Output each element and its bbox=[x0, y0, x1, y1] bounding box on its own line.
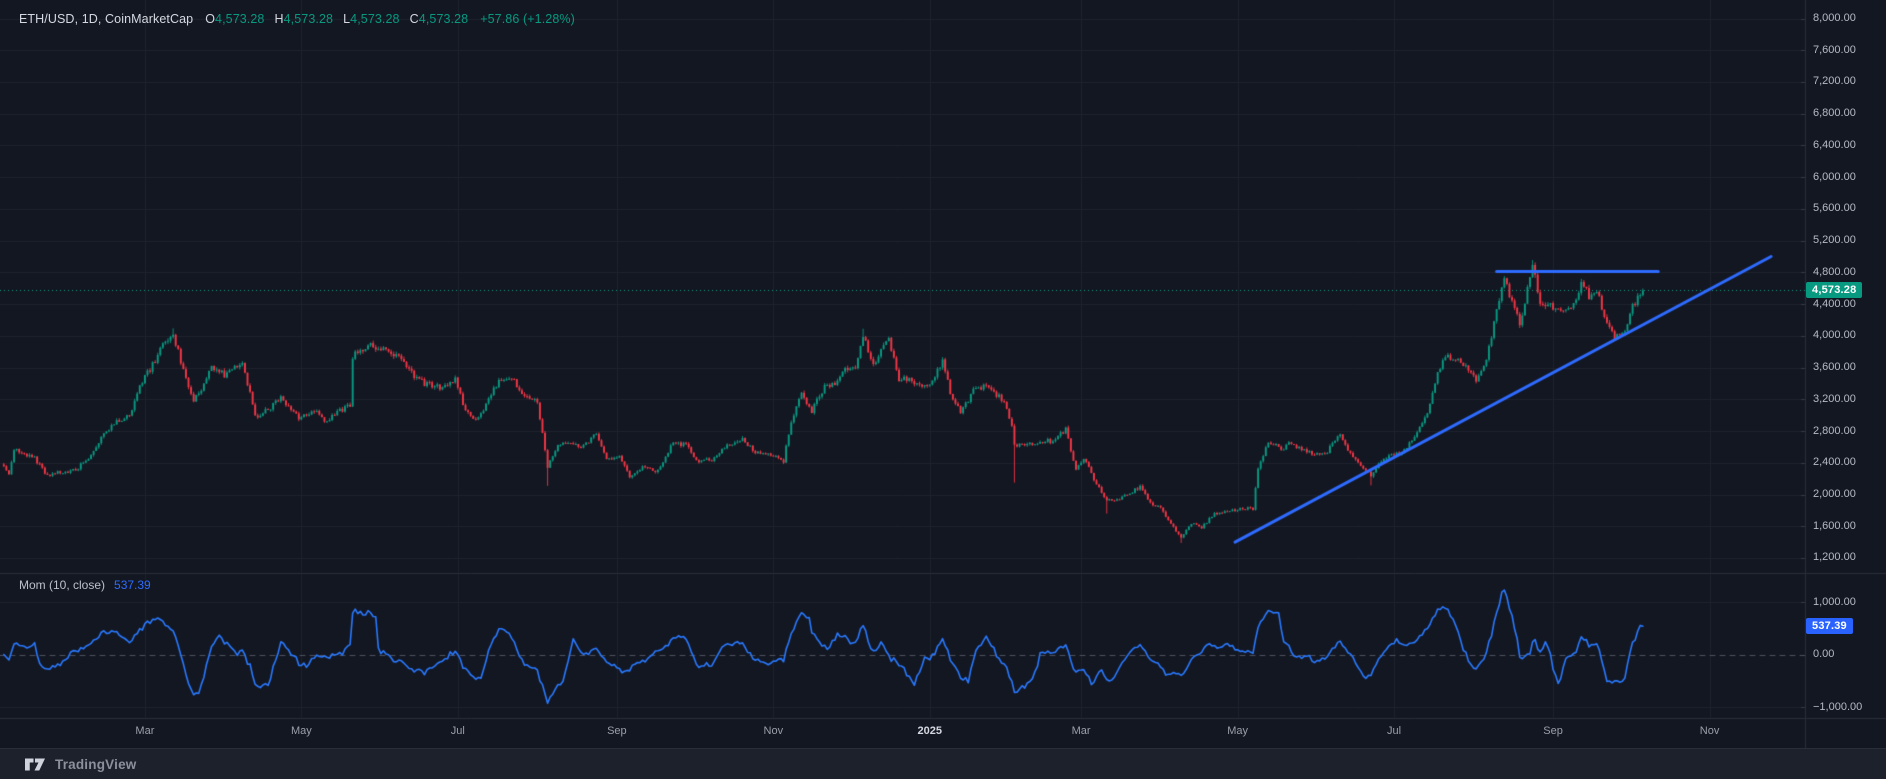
time-axis-label: Jul bbox=[451, 725, 465, 737]
time-axis-label: May bbox=[1227, 725, 1248, 737]
price-axis-tick-label: 4,800.00 bbox=[1813, 266, 1856, 278]
time-axis-label: Mar bbox=[135, 725, 154, 737]
momentum-value-tag: 537.39 bbox=[1806, 618, 1853, 634]
indicator-legend[interactable]: Mom (10, close) 537.39 bbox=[19, 578, 151, 592]
price-axis-tick-label: 6,800.00 bbox=[1813, 107, 1856, 119]
indicator-value: 537.39 bbox=[114, 578, 151, 592]
time-axis-label: Nov bbox=[1700, 725, 1720, 737]
tradingview-logo-icon[interactable] bbox=[24, 756, 46, 773]
tradingview-chart-window: ETH/USD, 1D, CoinMarketCap O4,573.28 H4,5… bbox=[0, 0, 1886, 779]
time-axis-label: May bbox=[291, 725, 312, 737]
time-axis-label: 2025 bbox=[918, 725, 942, 737]
indicator-axis-tick-label: 0.00 bbox=[1813, 648, 1834, 660]
price-axis-tick-label: 6,000.00 bbox=[1813, 171, 1856, 183]
price-axis-tick-label: 8,000.00 bbox=[1813, 12, 1856, 24]
price-axis-tick-label: 7,600.00 bbox=[1813, 44, 1856, 56]
ohlc-item-l: L4,573.28 bbox=[343, 12, 400, 26]
symbol-legend[interactable]: ETH/USD, 1D, CoinMarketCap O4,573.28 H4,5… bbox=[19, 12, 575, 26]
time-axis-label: Mar bbox=[1072, 725, 1091, 737]
ohlc-item-h: H4,573.28 bbox=[274, 12, 333, 26]
indicator-axis-tick-label: 1,000.00 bbox=[1813, 596, 1856, 608]
price-axis-tick-label: 5,600.00 bbox=[1813, 202, 1856, 214]
last-price-tag: 4,573.28 bbox=[1806, 282, 1862, 298]
time-axis-label: Nov bbox=[764, 725, 784, 737]
eth-usd-candlestick-chart-canvas[interactable] bbox=[0, 0, 1886, 748]
ohlc-item-c: C4,573.28 bbox=[410, 12, 469, 26]
indicator-axis-tick-label: −1,000.00 bbox=[1813, 701, 1862, 713]
time-axis-label: Sep bbox=[607, 725, 627, 737]
price-axis-tick-label: 7,200.00 bbox=[1813, 75, 1856, 87]
ohlc-item-o: O4,573.28 bbox=[205, 12, 264, 26]
price-axis-tick-label: 5,200.00 bbox=[1813, 234, 1856, 246]
price-axis-tick-label: 4,000.00 bbox=[1813, 329, 1856, 341]
symbol-title[interactable]: ETH/USD, 1D, CoinMarketCap bbox=[19, 12, 193, 26]
price-axis-tick-label: 3,200.00 bbox=[1813, 393, 1856, 405]
price-axis-tick-label: 1,600.00 bbox=[1813, 520, 1856, 532]
price-axis-tick-label: 2,400.00 bbox=[1813, 456, 1856, 468]
time-axis-label: Sep bbox=[1543, 725, 1563, 737]
price-axis-tick-label: 2,800.00 bbox=[1813, 425, 1856, 437]
change-readout: +57.86 (+1.28%) bbox=[480, 12, 575, 26]
time-axis-label: Jul bbox=[1387, 725, 1401, 737]
tradingview-brand-text[interactable]: TradingView bbox=[55, 757, 136, 772]
price-axis-tick-label: 1,200.00 bbox=[1813, 551, 1856, 563]
price-axis-tick-label: 4,400.00 bbox=[1813, 298, 1856, 310]
bottom-toolbar: TradingView bbox=[0, 748, 1886, 779]
price-axis-tick-label: 3,600.00 bbox=[1813, 361, 1856, 373]
ohlc-readout: O4,573.28 H4,573.28 L4,573.28 C4,573.28 bbox=[205, 12, 468, 26]
indicator-name[interactable]: Mom (10, close) bbox=[19, 578, 105, 592]
price-axis-tick-label: 6,400.00 bbox=[1813, 139, 1856, 151]
price-axis-tick-label: 2,000.00 bbox=[1813, 488, 1856, 500]
